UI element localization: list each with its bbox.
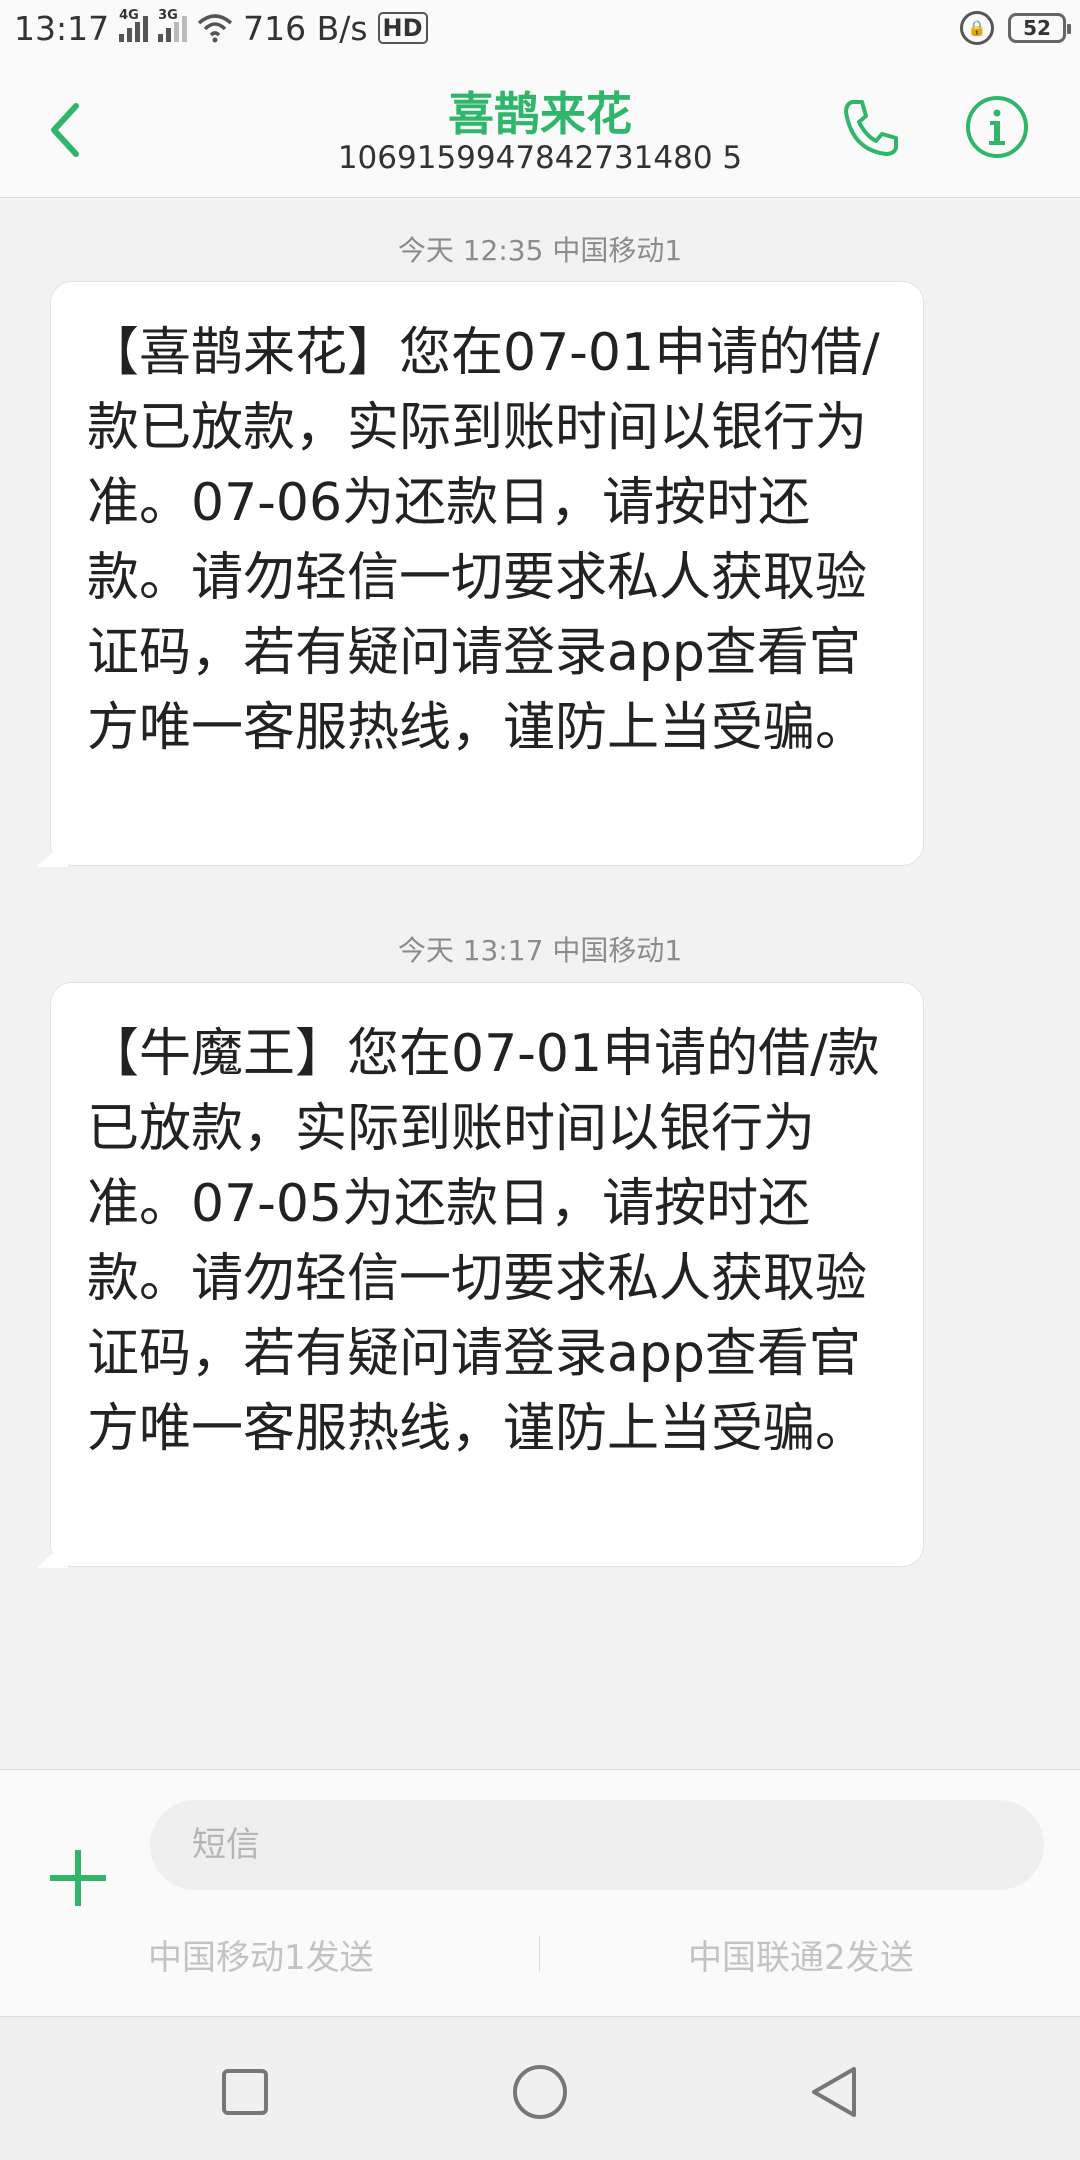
rotation-lock-icon: 🔒	[960, 11, 994, 45]
status-right: 🔒 52	[960, 11, 1071, 45]
back-nav-icon[interactable]	[800, 2057, 870, 2127]
add-attachment-icon[interactable]	[48, 1848, 108, 1908]
wifi-icon	[197, 14, 233, 43]
phone-call-icon[interactable]	[838, 96, 902, 160]
message-list[interactable]: 今天 12:35 中国移动1 【喜鹊来花】您在07-01申请的借/款已放款，实际…	[0, 199, 1080, 1769]
message-bubble[interactable]: 【牛魔王】您在07-01申请的借/款已放款，实际到账时间以银行为准。07-05为…	[50, 982, 924, 1567]
message-text: 【牛魔王】您在07-01申请的借/款已放款，实际到账时间以银行为准。07-05为…	[87, 1024, 880, 1459]
send-sim2-button[interactable]: 中国联通2发送	[688, 1930, 914, 1979]
status-left: 13:17 4G 3G 716 B/s HD	[14, 8, 428, 48]
composer: 中国移动1发送 中国联通2发送	[0, 1769, 1080, 2016]
divider	[539, 1936, 540, 1972]
hd-icon: HD	[377, 12, 428, 44]
clock: 13:17	[14, 8, 110, 48]
info-icon[interactable]	[964, 94, 1030, 160]
signal-sim2-icon: 3G	[158, 8, 188, 42]
network-speed: 716 B/s	[243, 8, 368, 48]
signal-sim1-icon: 4G	[119, 8, 149, 42]
message-timestamp: 今天 13:17 中国移动1	[397, 934, 683, 967]
message-timestamp: 今天 12:35 中国移动1	[397, 234, 683, 267]
conversation-header: 喜鹊来花 1069159947842731480 5	[0, 56, 1080, 198]
sms-input[interactable]	[150, 1800, 1044, 1890]
message-text: 【喜鹊来花】您在07-01申请的借/款已放款，实际到账时间以银行为准。07-06…	[87, 323, 880, 758]
contact-name: 喜鹊来花	[448, 87, 632, 141]
battery-icon: 52	[1008, 13, 1071, 43]
recent-apps-icon[interactable]	[210, 2057, 280, 2127]
message-bubble[interactable]: 【喜鹊来花】您在07-01申请的借/款已放款，实际到账时间以银行为准。07-06…	[50, 281, 924, 866]
status-bar: 13:17 4G 3G 716 B/s HD 🔒 52	[0, 0, 1080, 56]
battery-level: 52	[1023, 16, 1051, 40]
home-icon[interactable]	[505, 2057, 575, 2127]
system-nav-bar	[0, 2016, 1080, 2160]
contact-number: 1069159947842731480 5	[337, 140, 743, 176]
send-sim1-button[interactable]: 中国移动1发送	[148, 1930, 374, 1979]
